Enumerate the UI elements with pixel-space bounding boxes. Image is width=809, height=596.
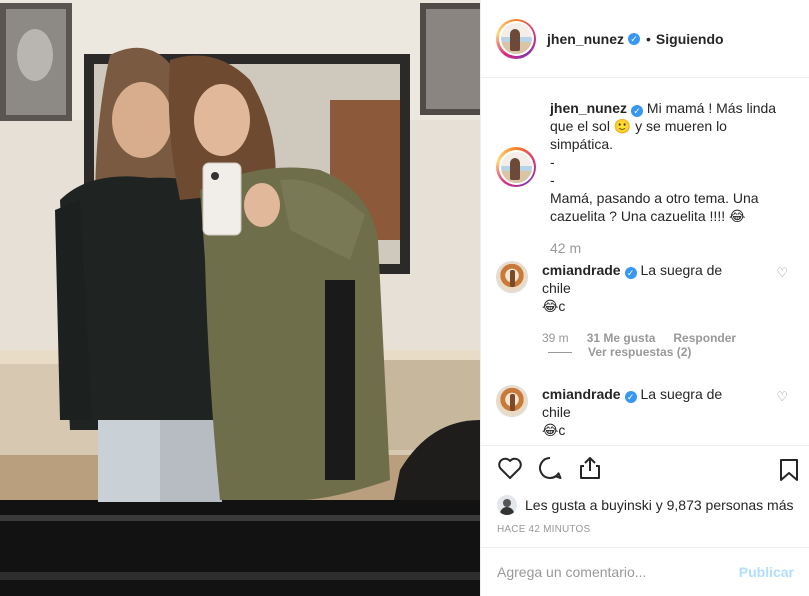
comment-username[interactable]: cmiandrade [542,262,621,278]
bookmark-icon[interactable] [778,458,800,482]
instagram-post: jhen_nunez ✓ • Siguiendo jhen_nunez ✓ Mi … [0,0,809,596]
verified-badge-icon: ✓ [628,32,641,45]
add-comment-bar: Publicar [481,547,809,596]
caption-line-1: jhen_nunez ✓ Mi mamá ! Más linda que el s… [550,99,790,153]
comments-list[interactable]: jhen_nunez ✓ Mi mamá ! Más linda que el s… [481,79,809,445]
comment-text-2: 😂c [542,422,566,438]
share-icon[interactable] [577,456,603,480]
publish-button[interactable]: Publicar [739,564,794,580]
comment-body: cmiandrade ✓ La suegra de chile 😂c 39 m 3… [542,261,752,347]
view-replies[interactable]: Ver respuestas (2) [548,345,691,359]
header-separator: • [646,30,651,47]
comment-item: cmiandrade ✓ La suegra de chile 😂c [496,385,752,439]
header-username[interactable]: jhen_nunez [547,31,624,47]
liker-avatar[interactable] [497,495,517,515]
following-button[interactable]: Siguiendo [656,31,724,47]
story-ring[interactable] [496,147,536,187]
verified-badge-icon: ✓ [624,267,637,279]
post-actions: Les gusta a buyinski y 9,873 personas má… [481,445,809,595]
comment-body: cmiandrade ✓ La suegra de chile 😂c [542,385,752,439]
avatar[interactable] [496,385,528,417]
post-timestamp[interactable]: HACE 42 MINUTOS [497,524,590,535]
likes-text[interactable]: Les gusta a buyinski y 9,873 personas má… [525,497,794,513]
caption-dash: - [550,154,555,170]
comment-heart-icon[interactable]: ♡ [776,265,788,281]
comment-item: cmiandrade ✓ La suegra de chile 😂c 39 m 3… [496,261,752,347]
comment-icon[interactable] [537,456,563,480]
comment-input[interactable] [497,564,739,580]
caption: jhen_nunez ✓ Mi mamá ! Más linda que el s… [496,99,790,257]
likes-summary[interactable]: Les gusta a buyinski y 9,873 personas má… [497,495,794,515]
action-icons [497,456,603,480]
caption-meta: 42 m [550,239,790,257]
caption-text: Mamá, pasando a otro tema. Una cazuelita… [550,190,759,224]
caption-dash: - [550,172,555,188]
comment-text-2: 😂c [542,298,566,314]
verified-badge-icon: ✓ [631,105,644,117]
verified-badge-icon: ✓ [624,391,637,403]
comment-username[interactable]: cmiandrade [542,386,621,402]
caption-body: jhen_nunez ✓ Mi mamá ! Más linda que el s… [550,99,790,257]
post-header: jhen_nunez ✓ • Siguiendo [481,0,809,78]
view-replies-label[interactable]: Ver respuestas (2) [588,345,691,359]
comment-heart-icon[interactable]: ♡ [776,389,788,405]
caption-username[interactable]: jhen_nunez [550,100,627,116]
post-sidebar: jhen_nunez ✓ • Siguiendo jhen_nunez ✓ Mi … [480,0,809,596]
post-photo[interactable] [0,0,480,596]
story-ring[interactable] [496,18,536,59]
caption-time[interactable]: 42 m [550,239,581,257]
photo-illustration [0,0,480,596]
heart-icon[interactable] [497,456,523,480]
avatar[interactable] [500,151,532,183]
divider [548,351,572,353]
avatar[interactable] [500,23,532,54]
avatar[interactable] [496,261,528,293]
